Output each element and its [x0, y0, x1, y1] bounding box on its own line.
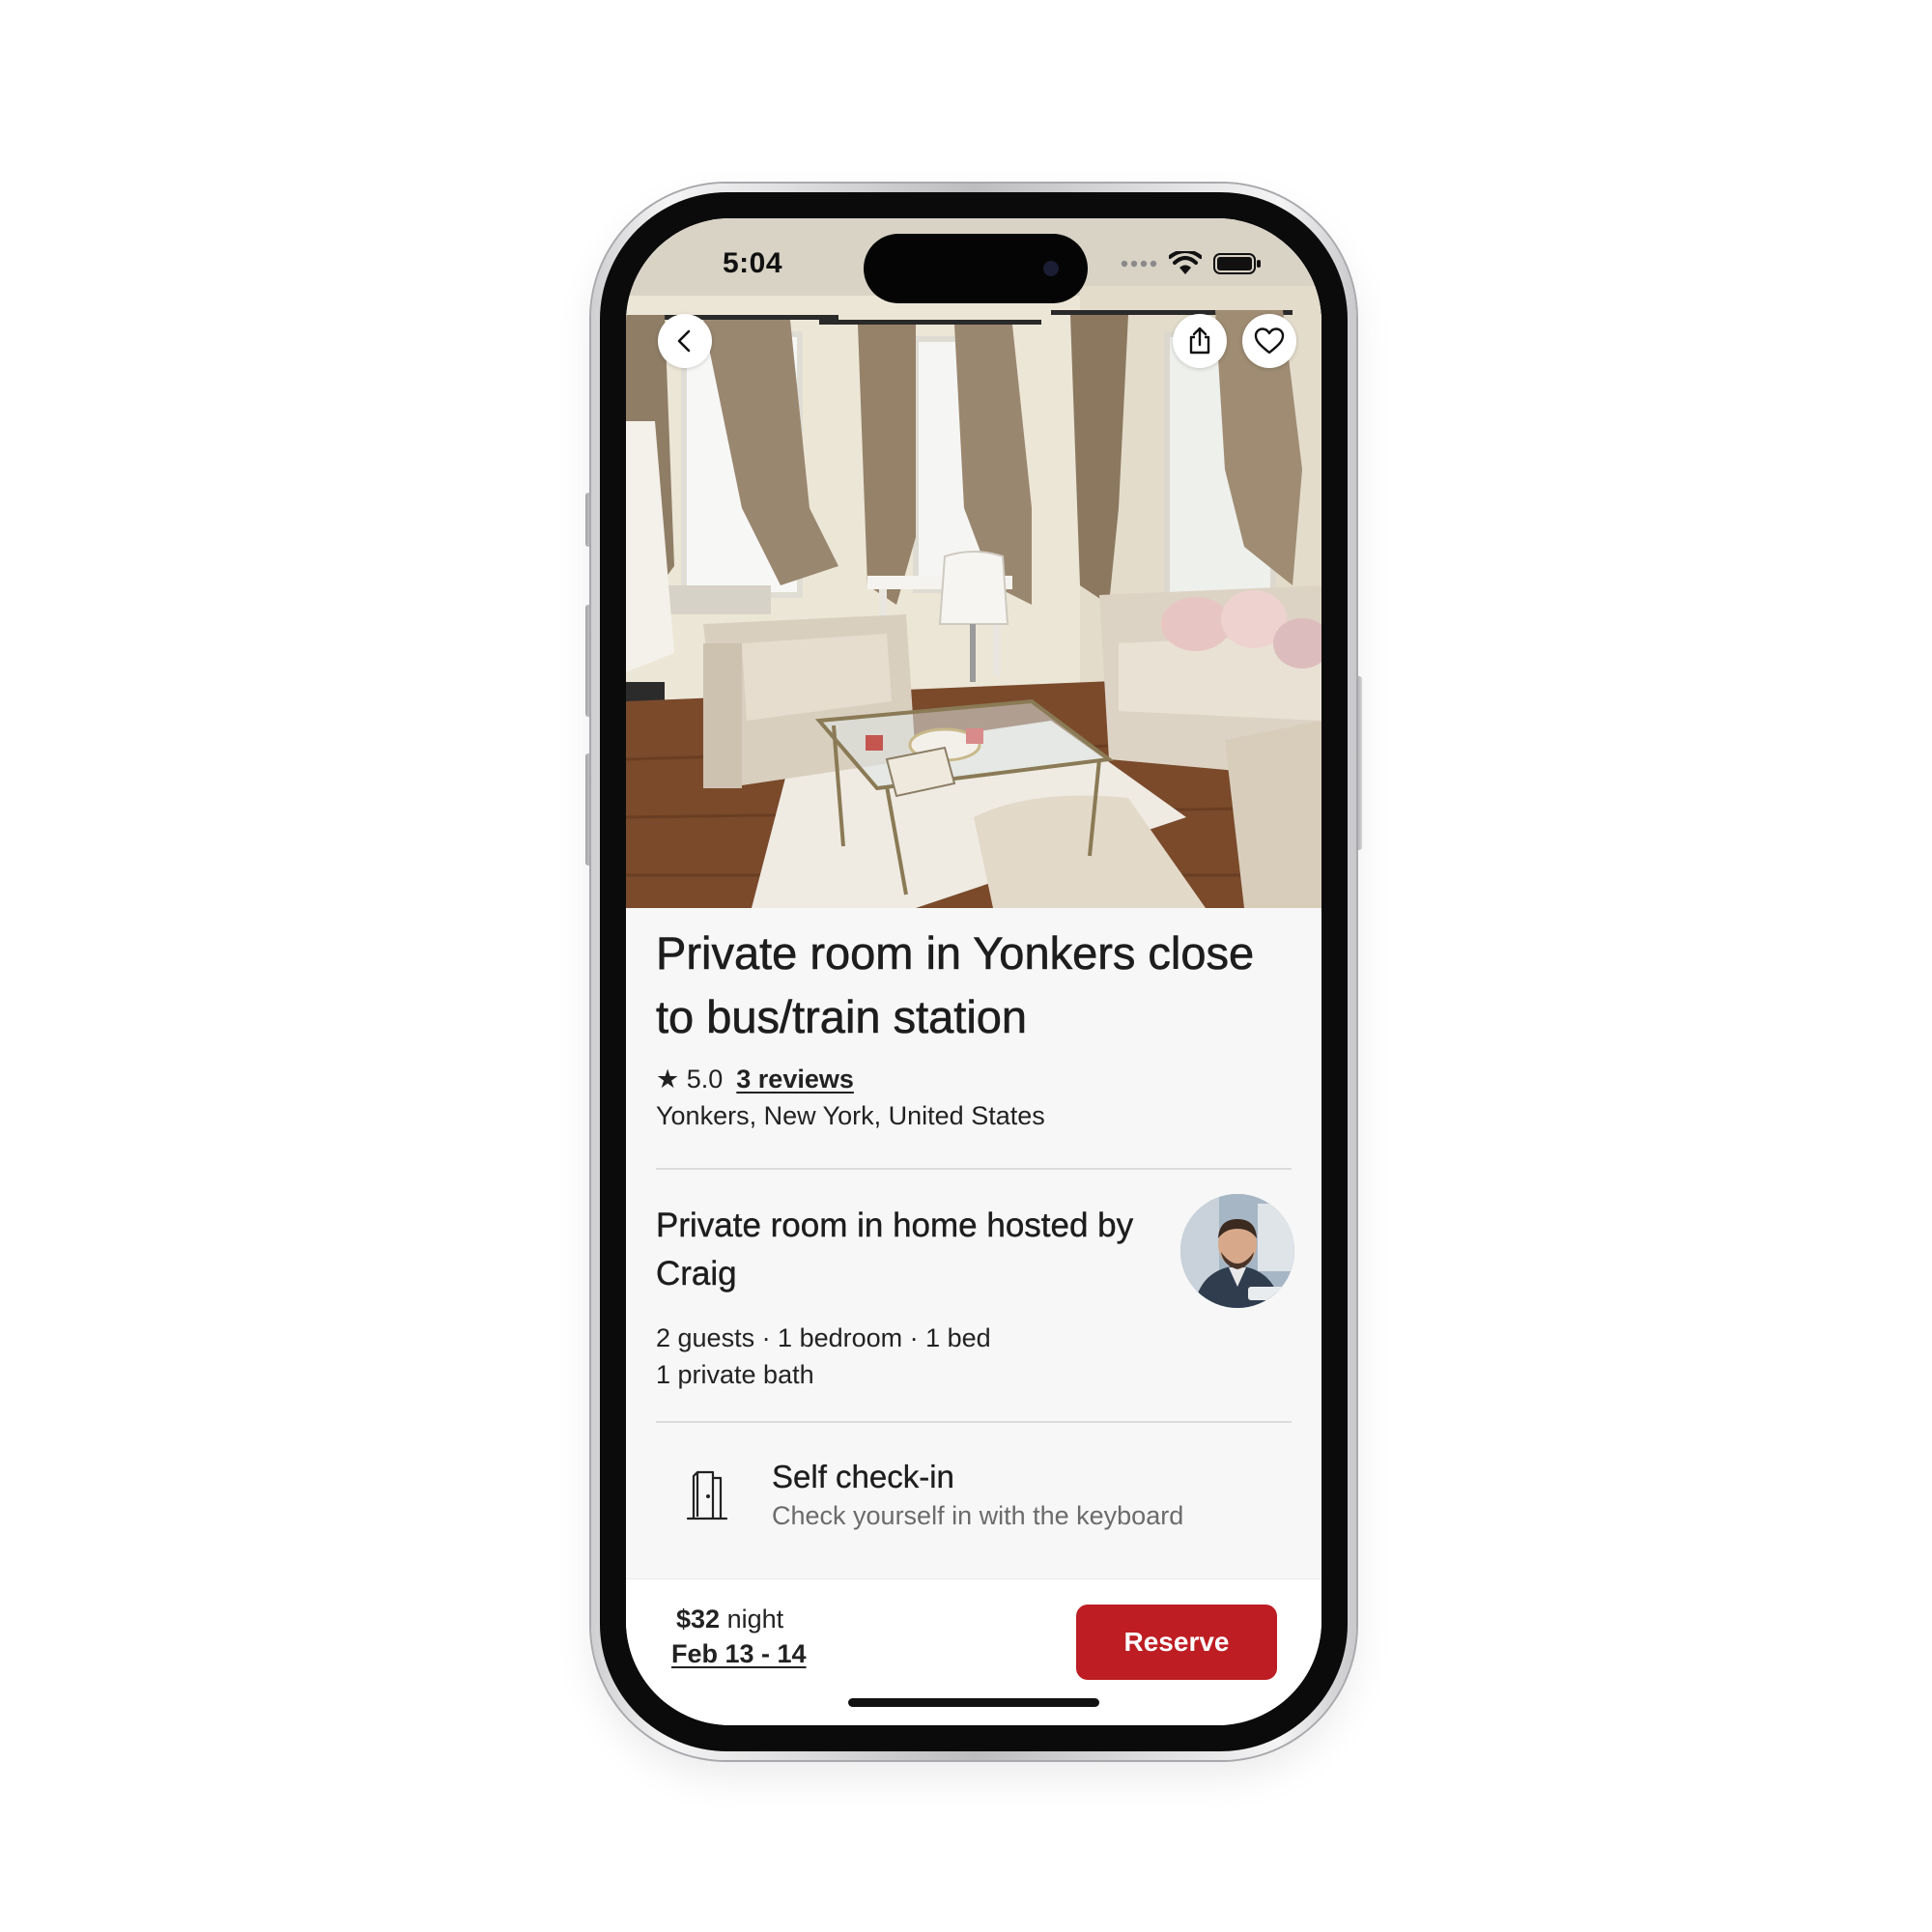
share-button[interactable]: [1173, 314, 1227, 368]
room-details: 2 guests · 1 bedroom · 1 bed 1 private b…: [656, 1320, 991, 1393]
host-avatar[interactable]: [1180, 1194, 1294, 1308]
date-range-link[interactable]: Feb 13 - 14: [671, 1639, 807, 1669]
room-bath: 1 private bath: [656, 1360, 814, 1389]
chevron-left-icon: [677, 329, 691, 353]
back-button[interactable]: [658, 314, 712, 368]
status-time: 5:04: [723, 247, 783, 279]
host-photo: [1180, 1194, 1294, 1308]
save-button[interactable]: [1242, 314, 1296, 368]
power-button: [1355, 676, 1362, 850]
phone-screen: 5:04 Private room in Yonkers close to bu…: [626, 218, 1321, 1725]
status-icons: [1121, 251, 1262, 276]
listing-location: Yonkers, New York, United States: [656, 1101, 1045, 1130]
stage: 5:04 Private room in Yonkers close to bu…: [0, 0, 1932, 1932]
price-line: $32 night: [676, 1605, 783, 1634]
price-unit: night: [726, 1605, 784, 1634]
section-divider: [656, 1421, 1292, 1423]
heart-icon: [1254, 327, 1285, 355]
feature-title: Self check-in: [772, 1459, 954, 1494]
share-icon: [1189, 327, 1210, 355]
reviews-link[interactable]: 3 reviews: [736, 1065, 854, 1094]
wifi-icon: [1169, 251, 1202, 274]
signal-dots-icon: [1121, 260, 1157, 268]
dynamic-island: [864, 234, 1088, 303]
listing-title: Private room in Yonkers close to bus/tra…: [656, 927, 1255, 1043]
nightly-price: $32: [676, 1605, 721, 1634]
star-icon: ★: [656, 1065, 680, 1094]
rating-summary: ★ 5.0: [656, 1065, 723, 1094]
listing-details: Private room in Yonkers close to bus/tra…: [626, 908, 1321, 1584]
feature-description: Check yourself in with the keyboard: [772, 1501, 1184, 1530]
rating-row: ★ 5.0 3 reviews: [656, 1065, 854, 1094]
front-camera: [1043, 261, 1059, 276]
reserve-button[interactable]: Reserve: [1076, 1605, 1277, 1680]
section-divider: [656, 1168, 1292, 1170]
battery-icon: [1213, 253, 1261, 274]
door-icon: [686, 1470, 728, 1525]
host-section-title: Private room in home hosted by Craig: [656, 1207, 1134, 1293]
listing-photo[interactable]: 5:04: [626, 218, 1321, 908]
rating-value: 5.0: [686, 1065, 724, 1094]
room-capacity: 2 guests · 1 bedroom · 1 bed: [656, 1323, 991, 1352]
home-indicator[interactable]: [848, 1698, 1099, 1707]
